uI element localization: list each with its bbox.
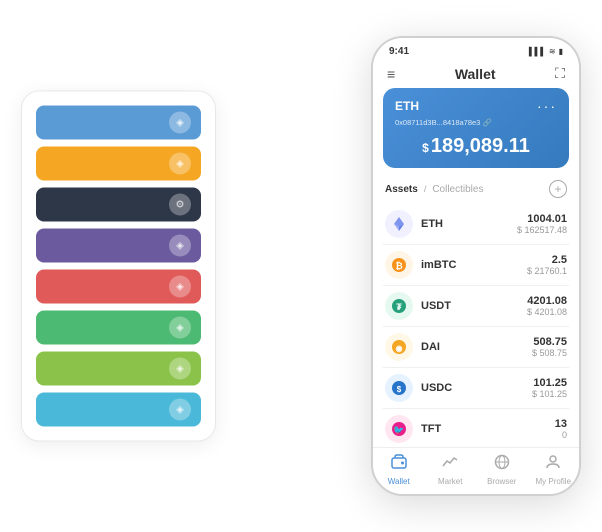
tft-asset-name: TFT (421, 423, 555, 435)
nav-wallet[interactable]: Wallet (373, 454, 425, 486)
nav-profile[interactable]: My Profile (528, 454, 580, 486)
left-card-2: ◈ (36, 147, 201, 181)
scene: ◈ ◈ ⚙ ◈ ◈ ◈ ◈ ◈ 9:41 ▌▌▌ ≋ (21, 16, 581, 516)
svg-text:₮: ₮ (396, 302, 402, 312)
asset-item-imbtc[interactable]: ₿ imBTC 2.5 $ 21760.1 (383, 245, 569, 286)
eth-card-top: ETH ··· (395, 98, 557, 114)
tab-assets[interactable]: Assets (385, 184, 418, 195)
profile-nav-icon (545, 454, 561, 475)
header-title: Wallet (455, 66, 496, 82)
imbtc-icon: ₿ (385, 251, 413, 279)
eth-dollar-sign: $ (422, 141, 429, 155)
left-card-4: ◈ (36, 229, 201, 263)
left-card-icon-7: ◈ (169, 358, 191, 380)
left-card-icon-5: ◈ (169, 276, 191, 298)
eth-amounts: 1004.01 $ 162517.48 (517, 213, 567, 235)
phone-mockup: 9:41 ▌▌▌ ≋ ▮ ≡ Wallet ⛶ ETH ··· 0x08711d… (371, 36, 581, 496)
market-nav-icon (442, 454, 458, 475)
eth-amount: 1004.01 (517, 213, 567, 225)
bottom-nav: Wallet Market Browser My Profile (373, 447, 579, 494)
wallet-nav-label: Wallet (388, 477, 410, 486)
add-asset-button[interactable]: + (549, 180, 567, 198)
nav-browser[interactable]: Browser (476, 454, 528, 486)
signal-icon: ▌▌▌ (529, 47, 546, 56)
status-bar: 9:41 ▌▌▌ ≋ ▮ (373, 38, 579, 61)
svg-text:🐦: 🐦 (393, 425, 404, 435)
eth-more-icon[interactable]: ··· (537, 98, 557, 114)
tft-icon: 🐦 (385, 415, 413, 443)
usdt-amount: 4201.08 (527, 295, 567, 307)
assets-tabs: Assets / Collectibles (385, 184, 483, 195)
left-card-icon-1: ◈ (169, 112, 191, 134)
browser-nav-icon (494, 454, 510, 475)
asset-item-tft[interactable]: 🐦 TFT 13 0 (383, 409, 569, 447)
left-card-icon-2: ◈ (169, 153, 191, 175)
dai-amount: 508.75 (532, 336, 567, 348)
usdt-usd: $ 4201.08 (527, 307, 567, 317)
battery-icon: ▮ (559, 47, 563, 56)
status-icons: ▌▌▌ ≋ ▮ (529, 47, 563, 56)
status-time: 9:41 (389, 46, 409, 57)
usdt-amounts: 4201.08 $ 4201.08 (527, 295, 567, 317)
eth-usd: $ 162517.48 (517, 225, 567, 235)
scan-icon[interactable]: ⛶ (555, 65, 565, 82)
usdc-icon: $ (385, 374, 413, 402)
imbtc-usd: $ 21760.1 (527, 266, 567, 276)
tab-collectibles[interactable]: Collectibles (432, 184, 483, 195)
usdc-amounts: 101.25 $ 101.25 (532, 377, 567, 399)
left-card-3: ⚙ (36, 188, 201, 222)
dai-usd: $ 508.75 (532, 348, 567, 358)
phone-header: ≡ Wallet ⛶ (373, 61, 579, 88)
dai-asset-name: DAI (421, 341, 532, 353)
svg-text:₿: ₿ (395, 261, 402, 271)
usdc-usd: $ 101.25 (532, 389, 567, 399)
left-card-icon-6: ◈ (169, 317, 191, 339)
eth-balance-value: 189,089.11 (431, 135, 530, 157)
imbtc-asset-name: imBTC (421, 259, 527, 271)
left-card-7: ◈ (36, 352, 201, 386)
eth-card[interactable]: ETH ··· 0x08711d3B...8418a78e3 🔗 $189,08… (383, 88, 569, 168)
wifi-icon: ≋ (549, 47, 556, 56)
left-card-icon-8: ◈ (169, 399, 191, 421)
eth-label: ETH (395, 99, 419, 113)
left-card-8: ◈ (36, 393, 201, 427)
usdc-amount: 101.25 (532, 377, 567, 389)
left-card-icon-4: ◈ (169, 235, 191, 257)
eth-address: 0x08711d3B...8418a78e3 🔗 (395, 118, 557, 127)
left-card-5: ◈ (36, 270, 201, 304)
tab-divider: / (424, 184, 427, 194)
nav-market[interactable]: Market (425, 454, 477, 486)
svg-text:◉: ◉ (396, 344, 403, 353)
profile-nav-label: My Profile (535, 477, 571, 486)
browser-nav-label: Browser (487, 477, 516, 486)
asset-item-usdc[interactable]: $ USDC 101.25 $ 101.25 (383, 368, 569, 409)
asset-item-dai[interactable]: ◉ DAI 508.75 $ 508.75 (383, 327, 569, 368)
dai-amounts: 508.75 $ 508.75 (532, 336, 567, 358)
tft-usd: 0 (555, 430, 567, 440)
svg-text:$: $ (397, 385, 402, 394)
imbtc-amount: 2.5 (527, 254, 567, 266)
left-card-6: ◈ (36, 311, 201, 345)
left-card-1: ◈ (36, 106, 201, 140)
menu-icon[interactable]: ≡ (387, 66, 395, 82)
imbtc-amounts: 2.5 $ 21760.1 (527, 254, 567, 276)
left-card-icon-3: ⚙ (169, 194, 191, 216)
eth-icon (385, 210, 413, 238)
dai-icon: ◉ (385, 333, 413, 361)
left-panel: ◈ ◈ ⚙ ◈ ◈ ◈ ◈ ◈ (21, 91, 216, 442)
usdc-asset-name: USDC (421, 382, 532, 394)
wallet-nav-icon (391, 454, 407, 475)
tft-amount: 13 (555, 418, 567, 430)
tft-amounts: 13 0 (555, 418, 567, 440)
assets-header: Assets / Collectibles + (373, 176, 579, 204)
usdt-asset-name: USDT (421, 300, 527, 312)
usdt-icon: ₮ (385, 292, 413, 320)
asset-item-usdt[interactable]: ₮ USDT 4201.08 $ 4201.08 (383, 286, 569, 327)
market-nav-label: Market (438, 477, 462, 486)
eth-asset-name: ETH (421, 218, 517, 230)
eth-balance: $189,089.11 (395, 135, 557, 158)
asset-list: ETH 1004.01 $ 162517.48 ₿ imBTC 2.5 $ 21… (373, 204, 579, 447)
asset-item-eth[interactable]: ETH 1004.01 $ 162517.48 (383, 204, 569, 245)
